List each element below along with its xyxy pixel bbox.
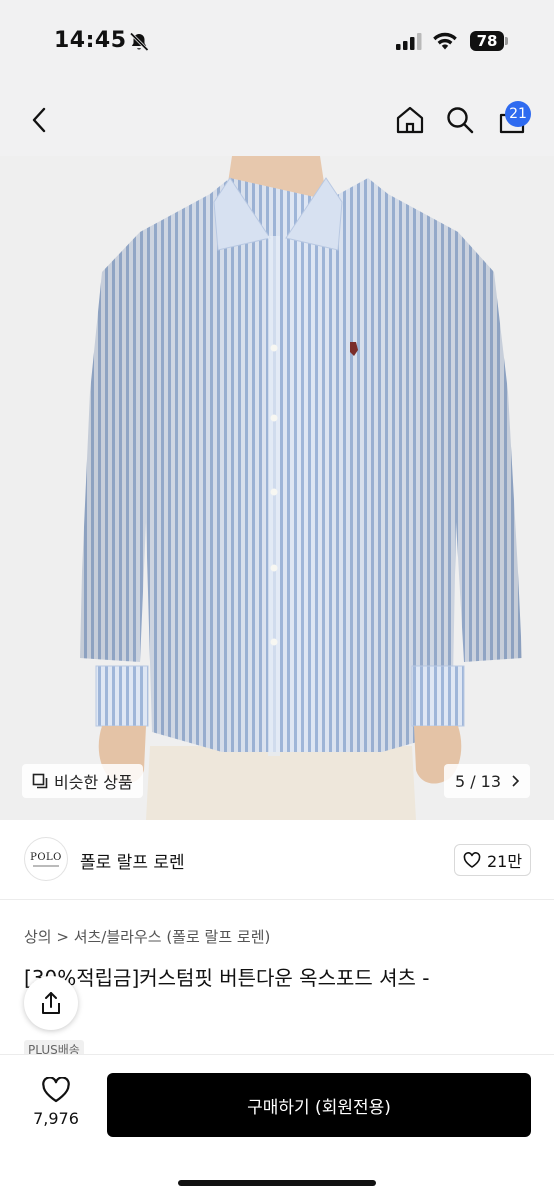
- wishlist-count: 7,976: [33, 1109, 79, 1128]
- home-icon: [396, 106, 424, 134]
- breadcrumb[interactable]: 상의 > 셔츠/블라우스 (폴로 랄프 로렌): [24, 926, 270, 947]
- brand-name[interactable]: 폴로 랄프 로렌: [80, 848, 185, 873]
- brand-logo[interactable]: POLO: [24, 837, 68, 881]
- chevron-right-icon: [512, 775, 520, 787]
- home-indicator: [178, 1180, 376, 1186]
- brand-logo-text: POLO: [30, 851, 62, 863]
- brand-row[interactable]: POLO 폴로 랄프 로렌 21만: [0, 820, 554, 900]
- buy-button[interactable]: 구매하기 (회원전용): [107, 1073, 531, 1137]
- product-image-gallery[interactable]: [0, 156, 554, 820]
- battery-level: 78: [470, 31, 504, 51]
- similar-items-icon: [32, 773, 48, 789]
- heart-icon: [463, 852, 481, 868]
- status-bar: 14:45 78: [0, 0, 554, 84]
- heart-icon: [42, 1077, 70, 1103]
- share-icon: [42, 992, 60, 1014]
- wishlist-button[interactable]: 7,976: [30, 1077, 82, 1128]
- back-button[interactable]: [20, 100, 60, 140]
- brand-like-count: 21만: [486, 852, 523, 871]
- home-button[interactable]: [390, 100, 430, 140]
- page-indicator-text: 5 / 13: [454, 771, 502, 791]
- product-title: [30%적립금]커스텀핏 버튼다운 옥스포드 셔츠 -: [24, 966, 430, 990]
- chevron-left-icon: [32, 107, 46, 133]
- status-time: 14:45: [54, 28, 127, 53]
- image-page-indicator[interactable]: 5 / 13: [444, 764, 530, 798]
- brand-like-button[interactable]: 21만: [454, 844, 531, 876]
- search-icon: [447, 107, 474, 134]
- similar-items-label: 비슷한 상품: [54, 773, 133, 792]
- wifi-icon: [433, 32, 457, 50]
- search-button[interactable]: [440, 100, 480, 140]
- top-navigation: [0, 84, 554, 156]
- share-button[interactable]: [24, 976, 78, 1030]
- bell-muted-icon: [129, 32, 149, 52]
- similar-items-button[interactable]: 비슷한 상품: [22, 764, 143, 798]
- battery-icon: 78: [470, 31, 508, 51]
- bottom-purchase-bar: 7,976 구매하기 (회원전용): [0, 1054, 554, 1200]
- cellular-signal-icon: [396, 33, 422, 50]
- cart-count-badge: 21: [505, 101, 531, 127]
- product-photo: [0, 156, 554, 820]
